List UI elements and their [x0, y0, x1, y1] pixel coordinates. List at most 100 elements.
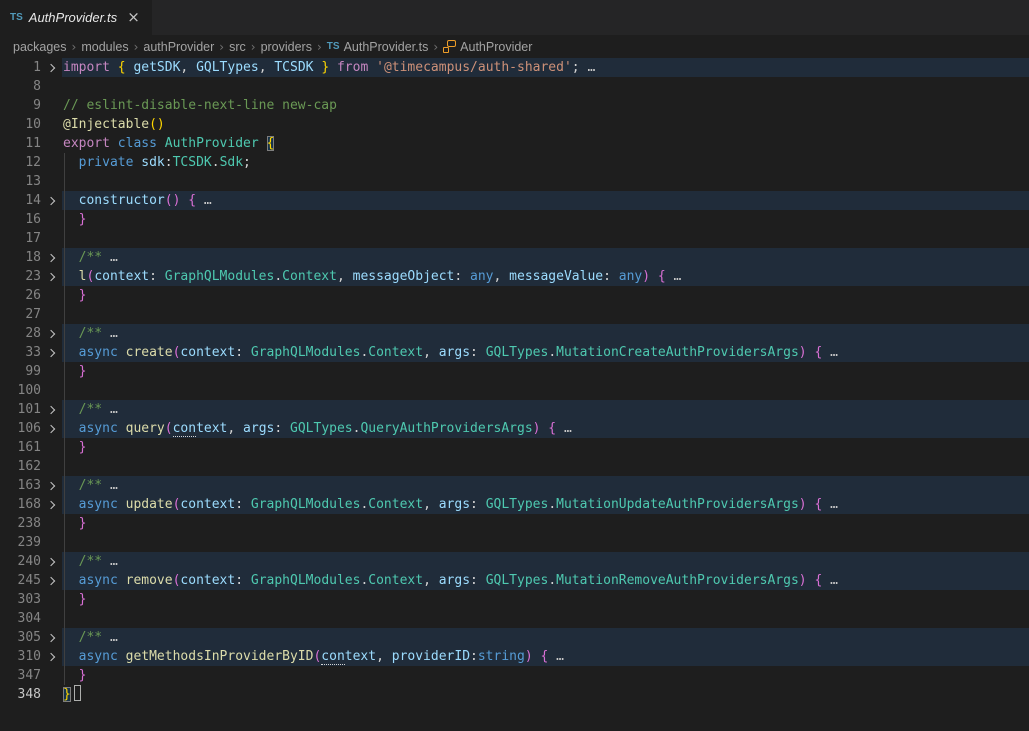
code-line-content[interactable]: export class AuthProvider {	[62, 134, 1029, 153]
line-number[interactable]: 347	[0, 666, 41, 685]
fold-chevron-icon[interactable]	[41, 400, 62, 419]
code-token: Sdk	[220, 155, 243, 170]
line-number[interactable]: 33	[0, 343, 41, 362]
code-line-content[interactable]: constructor() { …	[62, 191, 1029, 210]
code-line-content[interactable]: async create(context: GraphQLModules.Con…	[62, 343, 1029, 362]
breadcrumb-item-providers[interactable]: providers	[261, 40, 312, 54]
breadcrumb-item-authprovider-ts[interactable]: TSAuthProvider.ts	[327, 40, 429, 54]
fold-chevron-icon[interactable]	[41, 571, 62, 590]
fold-chevron-icon[interactable]	[41, 324, 62, 343]
fold-chevron-icon[interactable]	[41, 476, 62, 495]
tab-title: AuthProvider.ts	[29, 10, 117, 25]
line-number[interactable]: 162	[0, 457, 41, 476]
code-line-content[interactable]: // eslint-disable-next-line new-cap	[62, 96, 1029, 115]
fold-chevron-icon[interactable]	[41, 628, 62, 647]
line-number[interactable]: 101	[0, 400, 41, 419]
code-line-content[interactable]	[62, 77, 1029, 96]
code-token: GQLTypes	[486, 345, 549, 360]
line-number[interactable]: 13	[0, 172, 41, 191]
breadcrumb-item-packages[interactable]: packages	[13, 40, 67, 54]
line-number[interactable]: 348	[0, 685, 41, 704]
code-line-content[interactable]: }	[62, 666, 1029, 685]
code-line-content[interactable]: import { getSDK, GQLTypes, TCSDK } from …	[62, 58, 1029, 77]
line-number[interactable]: 12	[0, 153, 41, 172]
code-line-content[interactable]: }	[62, 514, 1029, 533]
line-number[interactable]: 240	[0, 552, 41, 571]
line-number[interactable]: 161	[0, 438, 41, 457]
code-token: /**	[63, 478, 102, 493]
line-number[interactable]: 18	[0, 248, 41, 267]
line-number[interactable]: 1	[0, 58, 41, 77]
code-line-content[interactable]: /** …	[62, 476, 1029, 495]
line-number[interactable]: 303	[0, 590, 41, 609]
fold-chevron-icon[interactable]	[41, 267, 62, 286]
line-number[interactable]: 168	[0, 495, 41, 514]
line-number[interactable]: 305	[0, 628, 41, 647]
code-token: :	[235, 345, 251, 360]
line-number[interactable]: 16	[0, 210, 41, 229]
gutter-space	[41, 666, 62, 685]
breadcrumb-item-src[interactable]: src	[229, 40, 246, 54]
breadcrumb-item-authprovider[interactable]: authProvider	[143, 40, 214, 54]
code-line-content[interactable]: @Injectable()	[62, 115, 1029, 134]
close-icon[interactable]: ×	[127, 10, 140, 25]
line-number[interactable]: 163	[0, 476, 41, 495]
fold-chevron-icon[interactable]	[41, 552, 62, 571]
code-line-content[interactable]: }	[62, 210, 1029, 229]
line-number[interactable]: 14	[0, 191, 41, 210]
line-number[interactable]: 245	[0, 571, 41, 590]
code-token: .	[548, 573, 556, 588]
code-line-content[interactable]: /** …	[62, 552, 1029, 571]
code-line-content[interactable]	[62, 533, 1029, 552]
code-line-content[interactable]: }	[62, 362, 1029, 381]
line-number[interactable]: 28	[0, 324, 41, 343]
fold-chevron-icon[interactable]	[41, 419, 62, 438]
fold-chevron-icon[interactable]	[41, 343, 62, 362]
code-line-content[interactable]: }	[62, 685, 1029, 704]
line-number[interactable]: 10	[0, 115, 41, 134]
code-line-content[interactable]: /** …	[62, 324, 1029, 343]
code-line-content[interactable]: /** …	[62, 400, 1029, 419]
line-number[interactable]: 27	[0, 305, 41, 324]
line-number[interactable]: 238	[0, 514, 41, 533]
code-line-content[interactable]	[62, 305, 1029, 324]
fold-chevron-icon[interactable]	[41, 191, 62, 210]
line-number[interactable]: 9	[0, 96, 41, 115]
code-line-content[interactable]: private sdk:TCSDK.Sdk;	[62, 153, 1029, 172]
code-line-content[interactable]	[62, 229, 1029, 248]
line-number[interactable]: 100	[0, 381, 41, 400]
line-number[interactable]: 23	[0, 267, 41, 286]
line-number[interactable]: 17	[0, 229, 41, 248]
line-number[interactable]: 304	[0, 609, 41, 628]
code-line-content[interactable]: l(context: GraphQLModules.Context, messa…	[62, 267, 1029, 286]
line-number[interactable]: 106	[0, 419, 41, 438]
code-token: ) {	[799, 573, 822, 588]
code-line-content[interactable]	[62, 457, 1029, 476]
code-line-content[interactable]: async query(context, args: GQLTypes.Quer…	[62, 419, 1029, 438]
breadcrumb-item-authprovider[interactable]: AuthProvider	[443, 40, 532, 54]
code-token	[63, 421, 79, 436]
fold-chevron-icon[interactable]	[41, 647, 62, 666]
fold-chevron-icon[interactable]	[41, 248, 62, 267]
line-number[interactable]: 239	[0, 533, 41, 552]
fold-chevron-icon[interactable]	[41, 495, 62, 514]
code-line-content[interactable]: }	[62, 590, 1029, 609]
code-line-content[interactable]	[62, 172, 1029, 191]
code-line-content[interactable]: /** …	[62, 248, 1029, 267]
code-line-content[interactable]: async remove(context: GraphQLModules.Con…	[62, 571, 1029, 590]
line-number[interactable]: 26	[0, 286, 41, 305]
code-line-content[interactable]	[62, 609, 1029, 628]
code-line-content[interactable]: async getMethodsInProviderByID(context, …	[62, 647, 1029, 666]
code-line-content[interactable]: async update(context: GraphQLModules.Con…	[62, 495, 1029, 514]
line-number[interactable]: 8	[0, 77, 41, 96]
line-number[interactable]: 99	[0, 362, 41, 381]
code-line-content[interactable]: }	[62, 286, 1029, 305]
fold-chevron-icon[interactable]	[41, 58, 62, 77]
line-number[interactable]: 310	[0, 647, 41, 666]
tab-authprovider[interactable]: TS AuthProvider.ts ×	[0, 0, 153, 35]
code-line-content[interactable]: /** …	[62, 628, 1029, 647]
code-line-content[interactable]	[62, 381, 1029, 400]
breadcrumb-item-modules[interactable]: modules	[81, 40, 128, 54]
line-number[interactable]: 11	[0, 134, 41, 153]
code-line-content[interactable]: }	[62, 438, 1029, 457]
